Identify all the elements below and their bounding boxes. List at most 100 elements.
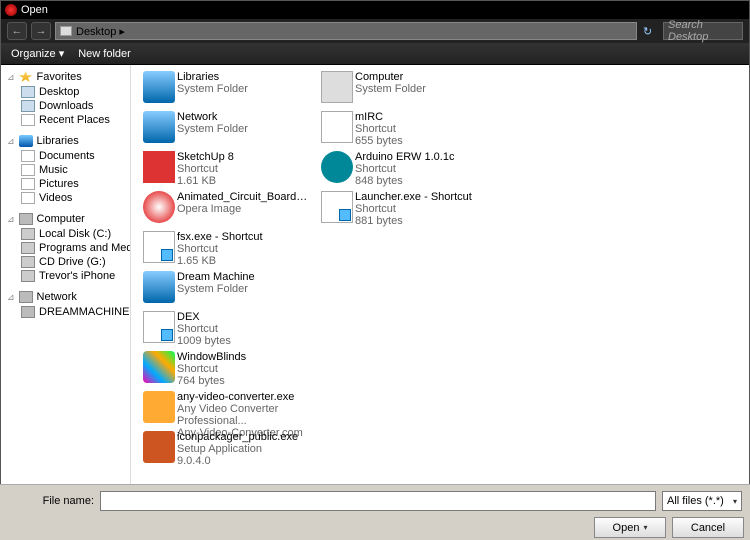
file-icon	[143, 231, 175, 263]
sidebar-item[interactable]: Recent Places	[1, 113, 130, 127]
folder-icon	[60, 26, 72, 36]
file-icon	[143, 191, 175, 223]
file-item[interactable]: SketchUp 8Shortcut1.61 KB	[139, 149, 317, 189]
sidebar-item[interactable]: Documents	[1, 149, 130, 163]
file-size: 764 bytes	[177, 375, 246, 387]
file-type: Shortcut	[177, 243, 263, 255]
file-item[interactable]: iconpackager_public.exeSetup Application…	[139, 429, 317, 469]
chevron-icon: ⊿	[7, 72, 15, 83]
sidebar-item[interactable]: Music	[1, 163, 130, 177]
item-icon	[21, 86, 35, 98]
file-name: mIRC	[355, 111, 403, 123]
filetype-combo[interactable]: All files (*.*)▾	[662, 491, 742, 511]
search-input[interactable]: Search Desktop	[663, 22, 743, 40]
file-icon	[143, 431, 175, 463]
sidebar-item[interactable]: CD Drive (G:)	[1, 255, 130, 269]
file-item[interactable]: mIRCShortcut655 bytes	[317, 109, 495, 149]
file-item[interactable]: LibrariesSystem Folder	[139, 69, 317, 109]
file-icon	[321, 151, 353, 183]
toolbar: Organize ▾ New folder	[1, 43, 749, 65]
organize-menu[interactable]: Organize ▾	[11, 47, 64, 60]
file-item[interactable]: fsx.exe - ShortcutShortcut1.65 KB	[139, 229, 317, 269]
file-type: Opera Image	[177, 203, 313, 215]
cancel-button[interactable]: Cancel	[672, 517, 744, 538]
sidebar-item[interactable]: Videos	[1, 191, 130, 205]
file-item[interactable]: NetworkSystem Folder	[139, 109, 317, 149]
file-icon	[143, 151, 175, 183]
file-name: fsx.exe - Shortcut	[177, 231, 263, 243]
file-name: Libraries	[177, 71, 248, 83]
newfolder-button[interactable]: New folder	[78, 48, 131, 60]
file-type: Shortcut	[355, 203, 472, 215]
window-title: Open	[21, 4, 48, 16]
item-icon	[21, 178, 35, 190]
forward-button[interactable]: →	[31, 22, 51, 40]
file-item[interactable]: Dream MachineSystem Folder	[139, 269, 317, 309]
address-bar[interactable]: Desktop ▸	[55, 22, 637, 40]
group-icon	[19, 71, 33, 83]
sidebar-item[interactable]: Desktop	[1, 85, 130, 99]
file-item[interactable]: WindowBlindsShortcut764 bytes	[139, 349, 317, 389]
file-list[interactable]: LibrariesSystem FolderNetworkSystem Fold…	[131, 65, 749, 485]
file-item[interactable]: any-video-converter.exeAny Video Convert…	[139, 389, 317, 429]
file-name: DEX	[177, 311, 231, 323]
group-icon	[19, 213, 33, 225]
file-name: SketchUp 8	[177, 151, 234, 163]
sidebar-item[interactable]: Local Disk (C:)	[1, 227, 130, 241]
file-name: any-video-converter.exe	[177, 391, 313, 403]
item-icon	[21, 270, 35, 282]
file-type: Shortcut	[177, 163, 234, 175]
sidebar-group-computer[interactable]: ⊿Computer	[1, 211, 130, 227]
sidebar-item[interactable]: Downloads	[1, 99, 130, 113]
file-icon	[143, 311, 175, 343]
opera-icon	[5, 4, 17, 16]
sidebar-group-libraries[interactable]: ⊿Libraries	[1, 133, 130, 149]
address-text: Desktop ▸	[76, 25, 125, 38]
file-type: System Folder	[355, 83, 426, 95]
chevron-down-icon: ▾	[733, 497, 737, 506]
file-size: 9.0.4.0	[177, 455, 298, 467]
file-item[interactable]: Animated_Circuit_Board_by_mizerydearia.g…	[139, 189, 317, 229]
dialog-footer: File name: All files (*.*)▾ Open▾ Cancel	[0, 484, 750, 540]
file-icon	[321, 71, 353, 103]
filename-input[interactable]	[100, 491, 656, 511]
file-icon	[143, 111, 175, 143]
sidebar-item[interactable]: DREAMMACHINE	[1, 305, 130, 319]
refresh-button[interactable]: ↻	[643, 25, 657, 37]
file-name: Network	[177, 111, 248, 123]
file-size: 1.61 KB	[177, 175, 234, 187]
file-item[interactable]: ComputerSystem Folder	[317, 69, 495, 109]
file-item[interactable]: Arduino ERW 1.0.1cShortcut848 bytes	[317, 149, 495, 189]
file-name: WindowBlinds	[177, 351, 246, 363]
back-button[interactable]: ←	[7, 22, 27, 40]
file-icon	[143, 391, 175, 423]
sidebar-group-favorites[interactable]: ⊿Favorites	[1, 69, 130, 85]
file-size: 881 bytes	[355, 215, 472, 227]
sidebar-item[interactable]: Trevor's iPhone	[1, 269, 130, 283]
file-type: Shortcut	[355, 123, 403, 135]
file-name: Computer	[355, 71, 426, 83]
chevron-icon: ⊿	[7, 292, 15, 303]
sidebar-item[interactable]: Programs and Media	[1, 241, 130, 255]
file-name: Animated_Circuit_Board_by_mizerydearia.g…	[177, 191, 313, 203]
item-icon	[21, 228, 35, 240]
filename-label: File name:	[8, 495, 94, 507]
group-icon	[19, 291, 33, 303]
file-type: Any Video Converter Professional...	[177, 403, 313, 427]
file-name: Launcher.exe - Shortcut	[355, 191, 472, 203]
file-name: Dream Machine	[177, 271, 255, 283]
sidebar-item[interactable]: Pictures	[1, 177, 130, 191]
item-icon	[21, 164, 35, 176]
file-icon	[321, 191, 353, 223]
file-name: Arduino ERW 1.0.1c	[355, 151, 454, 163]
open-button[interactable]: Open▾	[594, 517, 666, 538]
chevron-icon: ⊿	[7, 136, 15, 147]
titlebar: Open	[1, 1, 749, 19]
file-item[interactable]: Launcher.exe - ShortcutShortcut881 bytes	[317, 189, 495, 229]
file-item[interactable]: DEXShortcut1009 bytes	[139, 309, 317, 349]
sidebar: ⊿FavoritesDesktopDownloadsRecent Places ⊿…	[1, 65, 131, 485]
sidebar-group-network[interactable]: ⊿Network	[1, 289, 130, 305]
item-icon	[21, 306, 35, 318]
file-type: Shortcut	[355, 163, 454, 175]
file-icon	[321, 111, 353, 143]
